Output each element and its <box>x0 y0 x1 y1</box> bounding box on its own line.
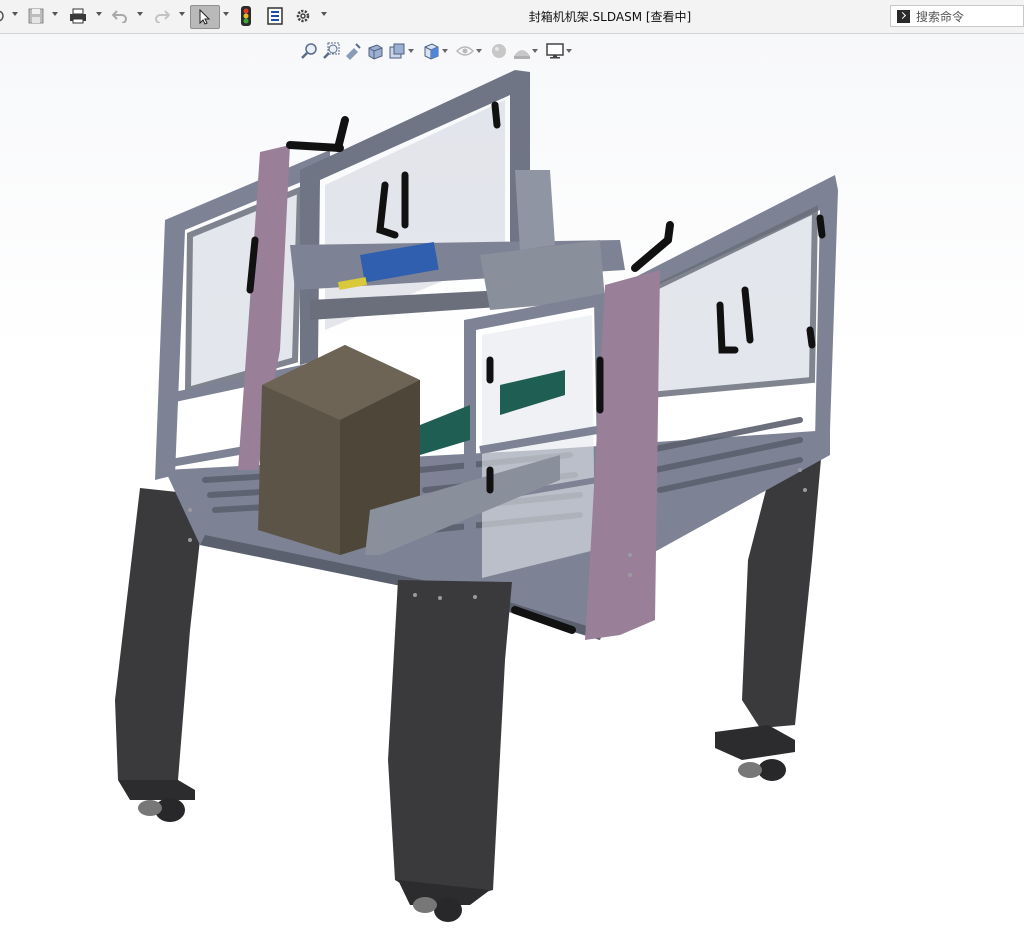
open-icon[interactable] <box>0 5 8 27</box>
redo-dropdown[interactable] <box>179 12 185 16</box>
save-dropdown[interactable] <box>52 12 58 16</box>
save-icon[interactable] <box>26 5 46 27</box>
rebuild-icon[interactable] <box>236 5 256 27</box>
search-placeholder: 搜索命令 <box>916 9 965 24</box>
select-dropdown[interactable] <box>223 12 229 16</box>
undo-dropdown[interactable] <box>137 12 143 16</box>
undo-icon[interactable] <box>110 5 130 27</box>
leg <box>388 580 512 905</box>
file-properties-icon[interactable] <box>264 5 286 27</box>
print-dropdown[interactable] <box>96 12 102 16</box>
select-icon[interactable] <box>190 5 220 29</box>
options-dropdown[interactable] <box>321 12 327 16</box>
options-icon[interactable] <box>292 5 314 27</box>
open-dropdown[interactable] <box>12 12 18 16</box>
command-prompt-icon <box>897 9 910 23</box>
drive-belt <box>420 405 470 455</box>
leg <box>115 488 205 780</box>
print-icon[interactable] <box>67 5 89 27</box>
title-bar: 封箱机机架.SLDASM [查看中] 搜索命令 <box>0 0 1024 34</box>
graphics-area[interactable] <box>0 34 1024 941</box>
redo-icon[interactable] <box>152 5 172 27</box>
model-render[interactable] <box>0 34 1024 941</box>
search-commands-field[interactable]: 搜索命令 <box>890 5 1024 27</box>
